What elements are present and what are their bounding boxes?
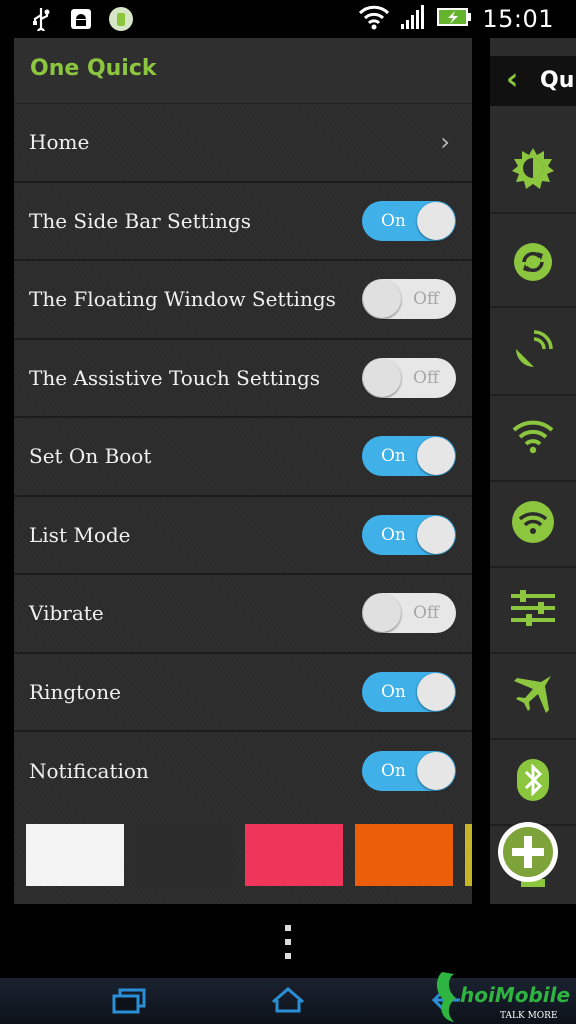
menu-item-home[interactable]: Home › (14, 104, 472, 183)
app-title: One Quick (30, 56, 157, 81)
ringtone-toggle[interactable]: On (362, 671, 456, 712)
back-chevron-icon: ‹ (506, 62, 519, 97)
wifi-circle-icon (511, 500, 555, 548)
color-swatch-dark[interactable] (135, 824, 233, 886)
satellite-icon (512, 329, 554, 375)
toggle-knob (417, 672, 455, 711)
signal-icon (400, 4, 426, 34)
setting-label: The Floating Window Settings (29, 287, 336, 312)
chevron-right-icon: › (440, 128, 450, 157)
setting-row-floating-window: The Floating Window Settings Off (14, 261, 472, 340)
app-header: One Quick (14, 38, 472, 104)
toggle-state-label: On (381, 681, 406, 702)
home-icon[interactable] (270, 986, 306, 1018)
brightness-icon (511, 146, 555, 194)
settings-panel: One Quick Home › The Side Bar Settings O… (14, 38, 472, 904)
overflow-menu-icon[interactable] (284, 924, 292, 960)
side-bar-toggle[interactable]: On (362, 200, 456, 241)
android-debug-icon (68, 6, 94, 32)
toggle-knob (417, 752, 455, 791)
usb-icon (28, 6, 54, 32)
toggle-knob (417, 201, 455, 240)
sync-toggle[interactable] (490, 222, 576, 308)
airplane-mode-toggle[interactable] (490, 654, 576, 740)
toggle-knob (363, 594, 401, 633)
floating-window-toggle[interactable]: Off (362, 279, 456, 320)
brightness-toggle[interactable] (490, 128, 576, 214)
plus-icon (503, 827, 553, 877)
clock: 15:01 (482, 5, 554, 33)
setting-row-vibrate: Vibrate Off (14, 575, 472, 654)
toggle-state-label: On (381, 524, 406, 545)
toggle-state-label: On (381, 446, 406, 467)
setting-label: List Mode (29, 522, 131, 547)
toggle-state-label: Off (412, 289, 439, 310)
bluetooth-icon (516, 758, 550, 806)
notification-toggle[interactable]: On (362, 751, 456, 792)
sync-icon (513, 242, 553, 286)
setting-label: The Side Bar Settings (29, 208, 252, 233)
setting-row-notification: Notification On (14, 732, 472, 811)
battery-charging-icon (436, 6, 472, 32)
wifi-icon (511, 418, 555, 458)
setting-row-set-on-boot: Set On Boot On (14, 418, 472, 497)
setting-label: Set On Boot (29, 444, 152, 469)
add-button[interactable] (498, 822, 558, 882)
toggle-knob (417, 515, 455, 554)
menu-item-label: Home (29, 130, 90, 155)
watermark-tagline: TALK MORE (500, 1011, 558, 1021)
sidebar-header[interactable]: ‹ Qui (490, 56, 576, 106)
color-swatch-yellow[interactable] (465, 824, 472, 886)
status-bar: 15:01 (0, 0, 576, 38)
vibrate-toggle[interactable]: Off (362, 593, 456, 634)
setting-label: Ringtone (29, 679, 121, 704)
toggle-state-label: On (381, 761, 406, 782)
equalizer-icon (510, 588, 556, 632)
quick-sidebar: ‹ Qui (490, 38, 576, 904)
color-swatch-row (26, 824, 472, 886)
toggle-knob (363, 358, 401, 397)
list-mode-toggle[interactable]: On (362, 514, 456, 555)
toggle-state-label: On (381, 210, 406, 231)
watermark-logo: hoiMobile TALK MORE (432, 968, 572, 1024)
gps-toggle[interactable] (490, 310, 576, 396)
wifi-toggle[interactable] (490, 396, 576, 482)
app-notification-icon (108, 6, 134, 32)
toggle-knob (417, 437, 455, 476)
setting-label: The Assistive Touch Settings (29, 365, 321, 390)
recent-apps-icon[interactable] (112, 988, 146, 1018)
airplane-icon (511, 672, 555, 720)
color-swatch-pink[interactable] (245, 824, 343, 886)
setting-label: Notification (29, 759, 149, 784)
setting-row-assistive-touch: The Assistive Touch Settings Off (14, 340, 472, 418)
setting-row-list-mode: List Mode On (14, 497, 472, 575)
toggle-knob (363, 280, 401, 319)
setting-label: Vibrate (29, 601, 104, 626)
set-on-boot-toggle[interactable]: On (362, 436, 456, 477)
toggle-state-label: Off (412, 367, 439, 388)
settings-sliders-toggle[interactable] (490, 568, 576, 654)
assistive-touch-toggle[interactable]: Off (362, 357, 456, 398)
setting-row-side-bar: The Side Bar Settings On (14, 183, 472, 261)
wifi-icon (358, 4, 390, 34)
watermark-brand: hoiMobile (460, 983, 570, 1007)
color-swatch-white[interactable] (26, 824, 124, 886)
color-swatch-orange[interactable] (355, 824, 453, 886)
bluetooth-toggle[interactable] (490, 740, 576, 826)
setting-row-ringtone: Ringtone On (14, 654, 472, 732)
toggle-state-label: Off (412, 603, 439, 624)
sidebar-header-text: Qui (540, 68, 576, 93)
wifi-hotspot-toggle[interactable] (490, 482, 576, 568)
